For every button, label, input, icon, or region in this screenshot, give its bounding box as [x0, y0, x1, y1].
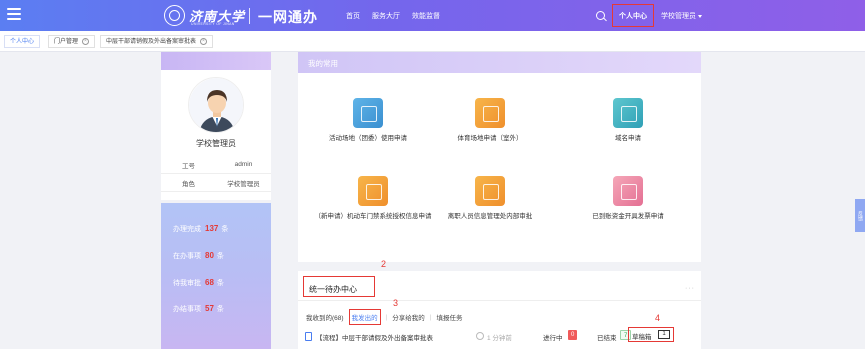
stat-unit: 条: [216, 253, 224, 260]
annotation-2: 2: [381, 259, 387, 269]
stat-in-progress[interactable]: 在办事项 80 条: [173, 251, 224, 261]
person-avatar-icon: [189, 78, 243, 132]
favorites-title: 我的常用: [298, 52, 701, 73]
logo-divider: [249, 8, 250, 24]
stat-pending-approval[interactable]: 待我审批 68 条: [173, 278, 224, 288]
todo-center-card: 统一待办中心 ··· 我收到的(68) 我发出的 | 分享给我的 | 填报任务 …: [298, 271, 701, 349]
app-domain[interactable]: 域名申请: [558, 98, 698, 143]
drafts-count: 1: [658, 330, 670, 339]
info-key: 角色: [182, 180, 195, 188]
university-seal-icon: [164, 5, 185, 26]
subtab-received[interactable]: 我收到的(68): [306, 312, 344, 322]
stat-label: 办结事项: [173, 306, 201, 313]
profile-info-table: 工号 admin 角色 学校管理员: [161, 156, 271, 192]
search-icon[interactable]: [596, 11, 605, 20]
subtab-shared[interactable]: 分享给我的: [392, 312, 425, 322]
stat-completed[interactable]: 办理完成 137 条: [173, 224, 228, 234]
document-icon: [305, 332, 312, 341]
avatar: [188, 77, 244, 133]
app-label: 域名申请: [615, 135, 641, 142]
app-label: 离职人员信息管理处内部审批: [447, 213, 533, 220]
person-card-icon: [475, 176, 505, 206]
subtab-divider: |: [385, 313, 388, 321]
stat-label: 在办事项: [173, 253, 201, 260]
info-key: 工号: [182, 162, 195, 170]
info-value: 学校管理员: [227, 180, 260, 188]
more-icon[interactable]: ···: [685, 285, 695, 292]
finished-label: 已结束: [597, 335, 617, 342]
todo-title: 统一待办中心: [303, 276, 375, 297]
stat-value: 137: [205, 224, 219, 233]
main-nav: 首页 服务大厅 效能监督: [346, 11, 440, 21]
favorites-card: 我的常用 活动场地（团委）使用申请 体育场地申请（室外） 域名申请 （新申请）机…: [298, 52, 701, 262]
domain-icon: [613, 98, 643, 128]
annotation-4: 4: [655, 313, 661, 323]
close-icon[interactable]: ×: [82, 37, 90, 45]
subtab-fill-tasks[interactable]: 填报任务: [436, 312, 462, 322]
clock-icon: [476, 332, 484, 340]
tab-leave-approval[interactable]: 中层干部请销假及外出备案审批表 ×: [100, 35, 214, 48]
side-feedback-tab[interactable]: 反馈: [855, 199, 865, 232]
profile-row-id: 工号 admin: [161, 156, 271, 174]
user-menu-label: 学校管理员: [661, 13, 696, 20]
tab-personal-center[interactable]: 个人中心: [4, 35, 41, 48]
top-bar: 济南大学 UNIVERSITY OF JINAN 一网通办 首页 服务大厅 效能…: [0, 0, 865, 31]
profile-name: 学校管理员: [196, 139, 236, 148]
profile-stats: 办理完成 137 条 在办事项 80 条 待我审批 68 条 办结事项 57 条: [161, 203, 271, 349]
todo-subtabs: 我收到的(68) 我发出的 | 分享给我的 | 填报任务: [306, 309, 462, 325]
task-name[interactable]: 【流程】中层干部请假及外出备案审批表: [316, 332, 433, 342]
profile-row-role: 角色 学校管理员: [161, 174, 271, 192]
brand-title: 一网通办: [258, 9, 318, 25]
subtab-divider: |: [429, 313, 432, 321]
stat-closed[interactable]: 办结事项 57 条: [173, 304, 224, 314]
nav-service-hall[interactable]: 服务大厅: [372, 11, 400, 21]
nav-home[interactable]: 首页: [346, 11, 360, 21]
app-label: 活动场地（团委）使用申请: [329, 135, 407, 142]
logo-subtext: UNIVERSITY OF JINAN: [191, 22, 235, 26]
building-icon: [353, 98, 383, 128]
user-menu[interactable]: 学校管理员: [661, 11, 702, 21]
task-time: 1 分钟前: [487, 335, 512, 342]
tab-label: 个人中心: [10, 39, 35, 45]
subtab-sent[interactable]: 我发出的: [348, 309, 381, 325]
drafts-button[interactable]: 草稿箱 1: [628, 327, 674, 342]
personal-center-button[interactable]: 个人中心: [612, 4, 654, 27]
stat-unit: 条: [216, 280, 224, 287]
in-progress-badge[interactable]: 0: [568, 330, 578, 340]
stat-value: 68: [205, 278, 214, 287]
stadium-icon: [475, 98, 505, 128]
stat-value: 80: [205, 251, 214, 260]
menu-icon[interactable]: [7, 8, 21, 21]
in-progress-label: 进行中: [543, 335, 563, 342]
chevron-down-icon: [698, 14, 702, 18]
app-resigned-staff[interactable]: 离职人员信息管理处内部审批: [420, 176, 560, 221]
car-gate-icon: [358, 176, 388, 206]
tab-strip: 个人中心 门户管理 × 中层干部请销假及外出备案审批表 ×: [0, 31, 865, 52]
invoice-icon: [613, 176, 643, 206]
profile-banner: [161, 52, 271, 70]
app-label: 已到账资金开具发票申请: [592, 213, 664, 220]
info-value: admin: [234, 161, 253, 168]
stat-label: 办理完成: [173, 226, 201, 233]
todo-header: 统一待办中心 ···: [298, 271, 701, 301]
close-icon[interactable]: ×: [200, 37, 208, 45]
annotation-3: 3: [393, 298, 399, 308]
stat-unit: 条: [216, 306, 224, 313]
stat-label: 待我审批: [173, 280, 201, 287]
tab-portal-admin[interactable]: 门户管理 ×: [48, 35, 96, 48]
tab-label: 中层干部请销假及外出备案审批表: [106, 39, 197, 45]
app-sports-venue[interactable]: 体育场地申请（室外）: [420, 98, 560, 143]
app-venue-application[interactable]: 活动场地（团委）使用申请: [298, 98, 438, 143]
app-invoice[interactable]: 已到账资金开具发票申请: [558, 176, 698, 221]
drafts-label: 草稿箱: [632, 334, 652, 341]
stat-value: 57: [205, 304, 214, 313]
task-row[interactable]: 【流程】中层干部请假及外出备案审批表 1 分钟前 进行中 0 已结束 7 草稿箱…: [305, 327, 695, 344]
stat-unit: 条: [221, 226, 229, 233]
tab-label: 门户管理: [54, 39, 79, 45]
app-label: 体育场地申请（室外）: [457, 135, 523, 142]
nav-efficiency[interactable]: 效能监督: [412, 11, 440, 21]
